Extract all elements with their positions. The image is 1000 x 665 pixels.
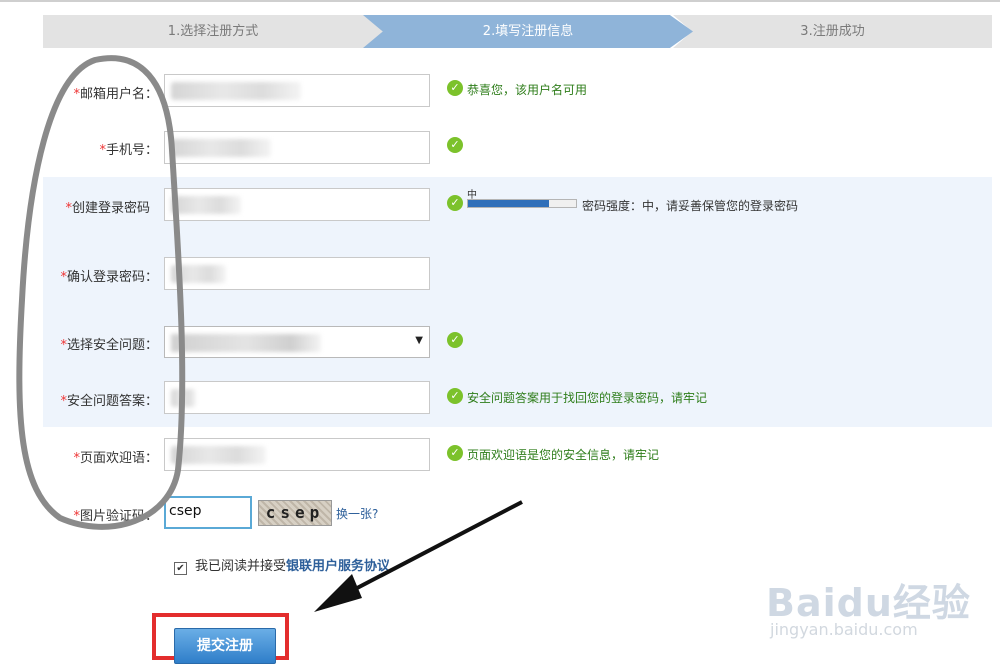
- obscured-value: [171, 334, 321, 352]
- obscured-value: [171, 196, 241, 214]
- security-answer-input[interactable]: [164, 381, 430, 414]
- check-circle-icon: ✓: [447, 195, 463, 211]
- label-security-answer: *安全问题答案：: [43, 390, 158, 409]
- label-email-username: *邮箱用户名：: [43, 83, 158, 102]
- label-captcha: *图片验证码：: [43, 505, 158, 524]
- watermark-url: jingyan.baidu.com: [770, 620, 918, 639]
- welcome-message-input[interactable]: [164, 438, 430, 471]
- label-text: 确认登录密码：: [66, 270, 158, 285]
- submit-registration-button[interactable]: 提交注册: [174, 628, 276, 664]
- top-border: [0, 0, 1000, 2]
- watermark-logo: Baidu经验: [766, 581, 971, 625]
- obscured-value: [171, 82, 301, 100]
- step-fill-info-active: 2.填写注册信息: [363, 15, 693, 48]
- agreement-row: ✔ 我已阅读并接受银联用户服务协议: [174, 555, 390, 575]
- check-circle-icon: ✓: [447, 80, 463, 96]
- obscured-value: [171, 446, 266, 464]
- security-answer-hint: 安全问题答案用于找回您的登录密码，请牢记: [467, 391, 708, 405]
- caret-down-icon: ▼: [415, 335, 423, 346]
- label-text: 选择安全问题：: [66, 338, 158, 353]
- check-circle-icon: ✓: [447, 332, 463, 348]
- step-success: 3.注册成功: [673, 15, 992, 48]
- label-welcome-message: *页面欢迎语：: [43, 447, 158, 466]
- strength-bar: [467, 199, 577, 208]
- agreement-checkbox[interactable]: ✔: [174, 562, 187, 575]
- label-text: 创建登录密码: [71, 201, 150, 216]
- step-label: 2.填写注册信息: [482, 24, 574, 39]
- label-text: 图片验证码：: [79, 509, 158, 524]
- captcha-image: csep: [258, 500, 332, 526]
- phone-input[interactable]: [164, 131, 430, 164]
- obscured-value: [171, 389, 196, 407]
- step-label: 1.选择注册方式: [167, 24, 259, 39]
- confirm-password-input[interactable]: [164, 257, 430, 290]
- label-text: 手机号：: [105, 143, 158, 158]
- agreement-text: 我已阅读并接受: [195, 559, 287, 574]
- label-text: 邮箱用户名：: [79, 87, 158, 102]
- label-text: 页面欢迎语：: [79, 451, 158, 466]
- label-text: 安全问题答案：: [66, 394, 158, 409]
- create-password-input[interactable]: [164, 188, 430, 221]
- obscured-value: [171, 265, 226, 283]
- check-circle-icon: ✓: [447, 388, 463, 404]
- label-confirm-password: *确认登录密码：: [43, 266, 158, 285]
- welcome-message-hint: 页面欢迎语是您的安全信息，请牢记: [467, 448, 660, 462]
- registration-steps: 1.选择注册方式 3.注册成功 2.填写注册信息: [43, 15, 992, 48]
- obscured-value: [171, 139, 271, 157]
- security-question-select[interactable]: ▼: [164, 326, 430, 358]
- refresh-captcha-link[interactable]: 换一张?: [336, 505, 378, 522]
- password-strength-text: 密码强度：中，请妥善保管您的登录密码: [582, 199, 799, 213]
- captcha-input[interactable]: csep: [164, 496, 252, 529]
- step-label: 3.注册成功: [800, 24, 865, 39]
- label-security-question: *选择安全问题：: [43, 334, 158, 353]
- check-circle-icon: ✓: [447, 445, 463, 461]
- strength-fill: [468, 200, 549, 207]
- username-available-hint: 恭喜您，该用户名可用: [467, 83, 588, 97]
- label-phone: *手机号：: [43, 139, 158, 158]
- email-username-input[interactable]: [164, 74, 430, 107]
- annotation-arrow-head: [314, 574, 362, 612]
- step-select-method: 1.选择注册方式: [43, 15, 383, 48]
- label-create-password: *创建登录密码: [35, 197, 150, 216]
- check-circle-icon: ✓: [447, 137, 463, 153]
- service-agreement-link[interactable]: 银联用户服务协议: [286, 559, 390, 574]
